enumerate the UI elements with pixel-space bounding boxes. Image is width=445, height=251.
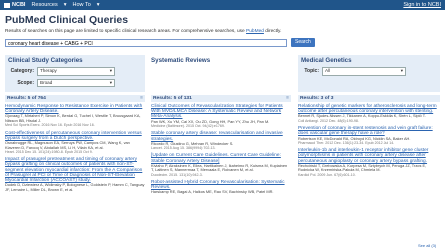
article-authors: Osnabrugge RL, Magnuson EA, Serruys PW, … [5, 140, 130, 150]
pager-icon[interactable]: ≡ [286, 96, 289, 101]
list-item: Interleukin-1b and interleukin-1 recepto… [298, 148, 440, 177]
clinical-heading: Clinical Study Categories [8, 57, 83, 64]
systematic-results: Results: 5 of 131 ≡ Clinical Outcomes of … [151, 95, 291, 195]
category-value: Therapy [40, 68, 57, 73]
howto-menu[interactable]: How To [73, 2, 91, 8]
article-title-link[interactable]: Impact of prasugrel pretreatment and tim… [5, 157, 145, 183]
scope-value: Broad [40, 79, 53, 85]
pager-icon[interactable]: ≡ [140, 96, 143, 101]
resources-menu[interactable]: Resources [31, 2, 57, 8]
article-journal: Kardiol Pol. 2009 Jun. 67(6):601-10. [298, 172, 356, 177]
genetics-results: Results: 3 of 3 Relationship of genetic … [298, 95, 440, 177]
article-journal: Medicine (Baltimore). 2015 Oct. 94(42):e… [151, 124, 225, 129]
article-journal: Med Sci Sports Exerc. 2016 Nov 16. Epub … [5, 123, 95, 128]
search-button[interactable]: Search [291, 38, 315, 47]
article-journal: Duodecim. 2015. 131(10):942-3. [151, 172, 203, 177]
ncbi-logo[interactable]: NCBI [4, 2, 25, 8]
clinical-category-panel: Clinical Study Categories Category: Ther… [5, 55, 145, 92]
genetics-results-header: Results: 3 of 3 [298, 95, 440, 102]
genetics-heading: Medical Genetics [301, 57, 352, 64]
clinical-study-column: Clinical Study Categories Category: Ther… [5, 55, 145, 195]
chevron-down-icon: ▾ [96, 2, 100, 8]
systematic-heading-panel: Systematic Reviews [151, 55, 291, 92]
medical-genetics-column: Medical Genetics Topic: All ▾ Results: 3 … [298, 55, 440, 180]
category-label: Category: [10, 68, 34, 75]
list-item: Clinical Outcomes of Revascularization S… [151, 104, 291, 128]
genetics-topic-panel: Medical Genetics Topic: All ▾ [298, 55, 440, 92]
category-select[interactable]: Therapy ▾ [37, 67, 115, 76]
clinical-results-header: Results: 5 of 764 ≡ [5, 95, 145, 102]
category-row: Category: Therapy ▾ [8, 67, 142, 76]
topic-label: Topic: [304, 68, 319, 75]
scope-label: Scope: [17, 79, 34, 86]
article-title-link[interactable]: Prevention of coronary in-stent restenos… [298, 126, 440, 136]
clinical-results: Results: 5 of 764 ≡ Hemodynamic Response … [5, 95, 145, 192]
topic-value: All [325, 68, 331, 73]
article-journal: Lancet. 2015 Aug 15. 386(9994):702-13. [151, 146, 216, 151]
list-item: Hemodynamic Response to Resistance Exerc… [5, 104, 145, 128]
article-title-link[interactable]: Interleukin-1b and interleukin-1 recepto… [298, 148, 440, 164]
search-input[interactable]: coronary heart disease + CABG + PCI [5, 38, 287, 47]
topic-row: Topic: All ▾ [301, 67, 437, 76]
search-row: coronary heart disease + CABG + PCI Sear… [5, 38, 315, 47]
ncbi-logo-icon [4, 2, 10, 8]
systematic-heading: Systematic Reviews [151, 57, 211, 64]
page-title: PubMed Clinical Queries [5, 14, 129, 26]
article-authors: Rechciński T, Grebowska A, Kurpesa M, Sz… [298, 162, 427, 173]
intro-text-tail: directly. [265, 29, 282, 34]
article-journal: Pharmacol Ther. 2012 Dec. 136(1):23-34. … [298, 141, 395, 146]
see-all-link[interactable]: See all (3) [418, 243, 436, 248]
systematic-reviews-column: Systematic Reviews Results: 5 of 131 ≡ Cl… [151, 55, 291, 198]
topic-select[interactable]: All ▾ [322, 67, 406, 76]
chevron-down-icon: ▾ [109, 68, 112, 73]
chevron-down-icon: ▾ [109, 79, 112, 85]
list-item: Relationship of genetic markers for athe… [298, 104, 440, 123]
systematic-results-header: Results: 5 of 131 ≡ [151, 95, 291, 102]
ncbi-top-bar: NCBI Resources ▾ How To ▾ Sign in to NCB… [0, 0, 445, 10]
article-journal: Coll Antiangi. 2012 Dec. 48(6):190-98. [298, 118, 359, 123]
results-count: Results: 3 of 3 [300, 96, 334, 101]
article-title-link[interactable]: Clinical Outcomes of Revascularization S… [151, 104, 291, 120]
intro-text: Results of searches on this page are lim… [5, 29, 281, 34]
chevron-down-icon: ▾ [63, 2, 67, 8]
article-authors: Kiviaho P, Airaksinen K, Eilea, Hartikai… [151, 162, 288, 173]
ncbi-logo-text: NCBI [12, 2, 26, 8]
article-authors: Harskamp RE, Bagai A, Halkos ME, Rao SV,… [151, 189, 274, 195]
list-item: Prevention of coronary in-stent restenos… [298, 126, 440, 145]
pubmed-link[interactable]: PubMed [246, 29, 264, 34]
article-authors: Dudek D, Dziewierz A, Widimsky P, Bologn… [5, 182, 145, 192]
article-authors: Gjovaag T, Mirtaheri P, Simon K, Berdal … [5, 113, 141, 123]
scope-select[interactable]: Broad ▾ [37, 78, 115, 87]
list-item: Robot-assisted Hybrid Coronary Revascula… [151, 180, 291, 195]
chevron-down-icon: ▾ [400, 68, 403, 73]
list-item: Impact of prasugrel pretreatment and tim… [5, 157, 145, 192]
results-count: Results: 5 of 131 [153, 96, 192, 101]
article-journal: Heart. 2015 Dec 15. 101(24):1980-8. Epub… [5, 150, 93, 155]
list-item: Stable coronary artery disease: revascul… [151, 131, 291, 150]
signin-link[interactable]: Sign in to NCBI [403, 2, 441, 8]
list-item: [Update on Current Care Guidelines. Curr… [151, 153, 291, 177]
list-item: Cost-effectiveness of percutaneous coron… [5, 131, 145, 155]
results-count: Results: 5 of 764 [7, 96, 46, 101]
intro-text-body: Results of searches on this page are lim… [5, 29, 245, 34]
scope-row: Scope: Broad ▾ [8, 78, 142, 87]
